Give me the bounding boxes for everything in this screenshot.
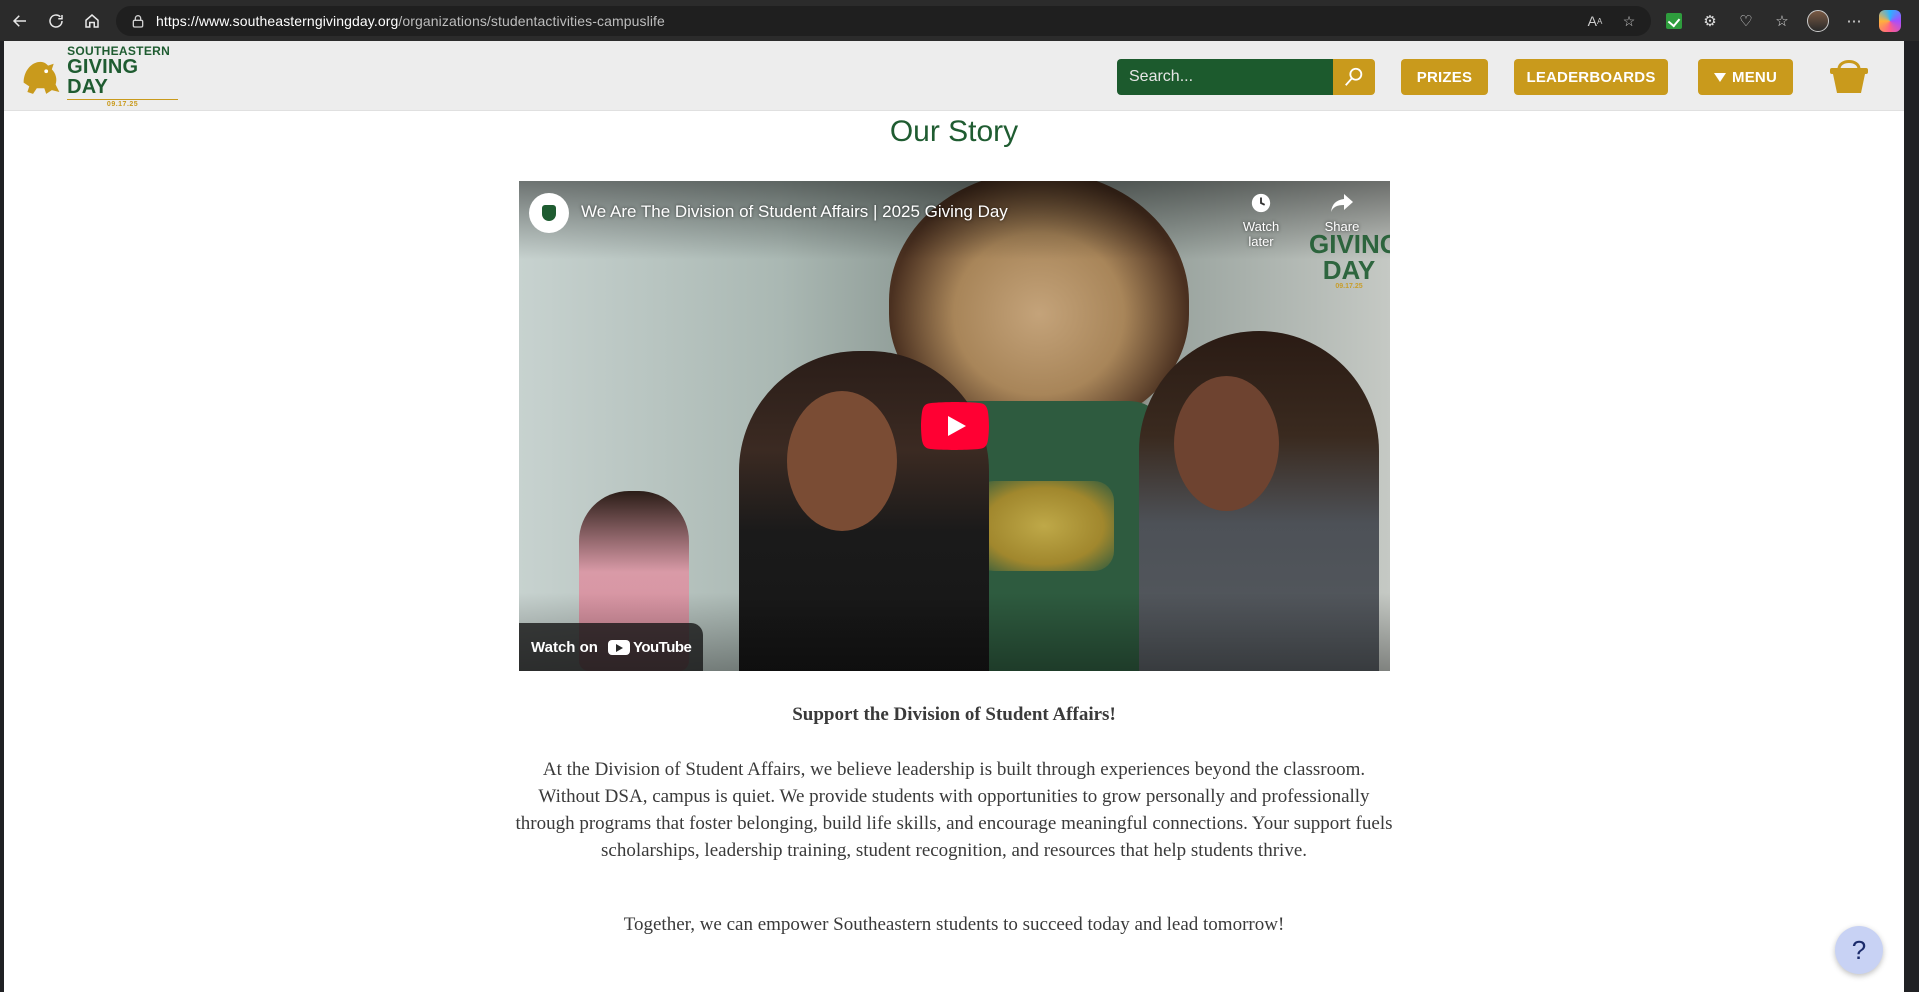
search-input[interactable] <box>1117 59 1333 95</box>
back-icon[interactable] <box>2 5 38 37</box>
favorites-icon[interactable]: ☆ <box>1770 9 1794 33</box>
address-bar[interactable]: https://www.southeasterngivingday.org/or… <box>116 6 1651 36</box>
share-button[interactable]: Share <box>1312 191 1372 234</box>
basket-icon[interactable] <box>1827 55 1871 95</box>
caret-down-icon <box>1714 72 1727 82</box>
web-page: SOUTHEASTERN GIVING DAY 09.17.25 PRIZES … <box>4 41 1904 992</box>
home-icon[interactable] <box>74 5 110 37</box>
favorite-star-icon[interactable]: ☆ <box>1619 11 1639 31</box>
url-text: https://www.southeasterngivingday.org/or… <box>156 13 665 29</box>
profile-avatar[interactable] <box>1806 9 1830 33</box>
giving-day-watermark: GIVING DAY 09.17.25 <box>1309 229 1390 290</box>
video-title[interactable]: We Are The Division of Student Affairs |… <box>581 202 1008 222</box>
menu-label: MENU <box>1732 68 1777 86</box>
channel-avatar[interactable] <box>529 193 569 233</box>
menu-button[interactable]: MENU <box>1698 59 1793 95</box>
site-search <box>1117 59 1375 95</box>
leaderboards-button[interactable]: LEADERBOARDS <box>1514 59 1668 95</box>
help-button[interactable]: ? <box>1835 926 1883 974</box>
logo-line-1: SOUTHEASTERN <box>67 43 171 58</box>
site-logo[interactable]: SOUTHEASTERN GIVING DAY 09.17.25 <box>18 45 178 108</box>
extension-check-icon[interactable] <box>1662 9 1686 33</box>
watch-on-label: Watch on <box>531 638 598 656</box>
watch-on-youtube-button[interactable]: Watch on YouTube <box>519 623 704 671</box>
support-heading: Support the Division of Student Affairs! <box>792 704 1116 725</box>
search-icon <box>1345 67 1363 86</box>
support-closing: Together, we can empower Southeastern st… <box>623 914 1285 935</box>
more-options-icon[interactable]: ⋯ <box>1842 9 1866 33</box>
copilot-icon[interactable] <box>1878 9 1902 33</box>
lion-logo-icon <box>23 61 60 94</box>
lock-icon <box>132 15 144 28</box>
search-button[interactable] <box>1333 59 1375 95</box>
logo-line-2: GIVING DAY <box>67 55 139 98</box>
clock-icon <box>1249 191 1273 215</box>
page-title: Our Story <box>889 115 1019 148</box>
youtube-logo-icon: YouTube <box>607 639 692 656</box>
browser-essentials-icon[interactable]: ♡ <box>1734 9 1758 33</box>
prizes-button[interactable]: PRIZES <box>1401 59 1488 95</box>
logo-date: 09.17.25 <box>67 98 178 108</box>
browser-toolbar: https://www.southeasterngivingday.org/or… <box>0 0 1919 41</box>
refresh-icon[interactable] <box>38 5 74 37</box>
extensions-puzzle-icon[interactable]: ⚙ <box>1698 9 1722 33</box>
site-header: SOUTHEASTERN GIVING DAY 09.17.25 PRIZES … <box>4 41 1904 111</box>
youtube-video-embed[interactable]: We Are The Division of Student Affairs |… <box>519 181 1390 671</box>
share-arrow-icon <box>1330 191 1354 215</box>
support-description: At the Division of Student Affairs, we b… <box>515 759 1393 861</box>
read-aloud-icon[interactable]: AA <box>1585 11 1605 31</box>
watch-later-button[interactable]: Watch later <box>1231 191 1291 249</box>
play-button-icon[interactable] <box>921 402 989 450</box>
watch-later-label: Watch later <box>1242 219 1280 249</box>
